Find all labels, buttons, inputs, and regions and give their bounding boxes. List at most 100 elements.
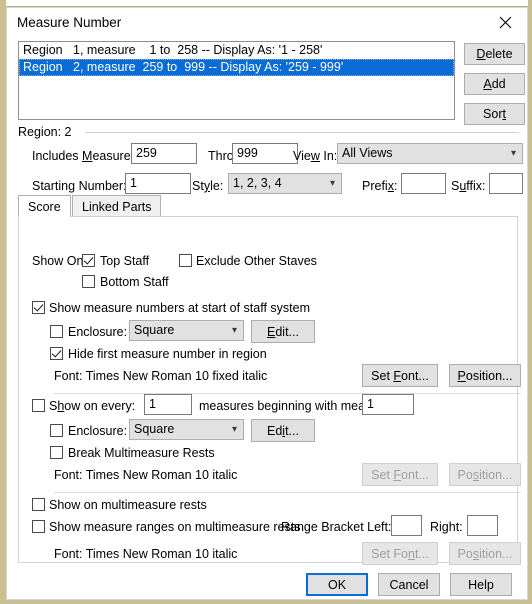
chevron-down-icon: ▾: [329, 178, 335, 189]
set-font-2-rest: ont...: [401, 467, 429, 482]
tab-linked-parts[interactable]: Linked Parts: [72, 195, 162, 217]
range-bracket-right-label: Right:: [430, 520, 463, 534]
range-bracket-left-label: Range Bracket Left:: [281, 520, 392, 534]
show-on-every-input[interactable]: 1: [144, 394, 192, 415]
range-bracket-right-input[interactable]: [467, 515, 498, 536]
position-1-button[interactable]: Position...: [449, 364, 521, 387]
edit-enclosure-2-button[interactable]: Edit...: [251, 419, 315, 442]
background-desktop-bottom: [0, 600, 532, 604]
prefix-input[interactable]: [401, 173, 446, 194]
style-select[interactable]: 1, 2, 3, 4 ▾: [228, 173, 342, 194]
show-on-every-label: Show on every:: [49, 399, 136, 413]
position-3-button: Position...: [449, 542, 521, 565]
set-font-1-rest: ont...: [401, 368, 429, 383]
exclude-other-staves-checkbox[interactable]: [179, 254, 192, 267]
dialog-title: Measure Number: [17, 15, 122, 30]
chevron-down-icon: ▾: [510, 148, 516, 159]
view-in-value: All Views: [342, 146, 393, 160]
set-font-2-accel: F: [393, 467, 402, 482]
screen: Measure Number Region 1, measure 1 to 25…: [0, 0, 532, 604]
enclosure-2-label: Enclosure:: [68, 424, 128, 438]
delete-label-rest: elete: [485, 47, 513, 61]
edit-2-rest: t...: [285, 423, 299, 438]
set-font-3-rest: t...: [414, 546, 429, 561]
style-label: Style:: [192, 179, 224, 193]
enclosure-2-value: Square: [134, 422, 175, 436]
prefix-label: Prefix:: [362, 179, 398, 193]
region-list[interactable]: Region 1, measure 1 to 258 -- Display As…: [18, 41, 455, 120]
group-separator-2: [54, 492, 521, 493]
region-group-rule: [85, 132, 519, 133]
range-bracket-left-input[interactable]: [391, 515, 422, 536]
exclude-other-staves-label: Exclude Other Staves: [196, 254, 317, 268]
break-multimeasure-rests-checkbox[interactable]: [50, 446, 63, 459]
enclosure-2-checkbox[interactable]: [50, 424, 63, 437]
suffix-label: Suffix:: [451, 179, 486, 193]
edit-1-label-rest: dit...: [275, 324, 299, 339]
chevron-down-icon: ▾: [231, 424, 237, 435]
set-font-2-pre: Set: [371, 467, 394, 482]
set-font-2-button: Set Font...: [362, 463, 438, 486]
bottom-staff-checkbox[interactable]: [82, 275, 95, 288]
help-button[interactable]: Help: [450, 573, 512, 596]
show-measure-ranges-checkbox[interactable]: [32, 520, 45, 533]
set-font-1-button[interactable]: Set Font...: [362, 364, 438, 387]
beginning-with-measure-input[interactable]: 1: [362, 394, 414, 415]
add-button[interactable]: Add: [464, 73, 525, 95]
show-on-multimeasure-rests-checkbox[interactable]: [32, 498, 45, 511]
includes-measure-input[interactable]: 259: [131, 143, 197, 164]
dialog-titlebar: Measure Number: [7, 8, 527, 38]
tab-score[interactable]: Score: [18, 195, 71, 217]
list-item[interactable]: Region 2, measure 259 to 999 -- Display …: [19, 59, 454, 76]
top-staff-label: Top Staff: [100, 254, 150, 268]
font-info-1: Font: Times New Roman 10 fixed italic: [54, 369, 268, 383]
sort-label-pre: Sor: [483, 107, 503, 121]
enclosure-1-label: Enclosure:: [68, 325, 128, 339]
add-label-rest: dd: [491, 77, 506, 91]
position-3-rest: ition...: [479, 546, 513, 561]
bottom-staff-label: Bottom Staff: [100, 275, 169, 289]
includes-measure-label: Includes Measure:: [32, 149, 135, 163]
position-2-button: Position...: [449, 463, 521, 486]
enclosure-2-select[interactable]: Square ▾: [129, 419, 244, 440]
edit-enclosure-1-button[interactable]: Edit...: [251, 320, 315, 343]
position-2-pre: Po: [457, 467, 473, 482]
hide-first-measure-number-label: Hide first measure number in region: [68, 347, 267, 361]
ok-button[interactable]: OK: [306, 573, 368, 596]
show-measure-numbers-start-checkbox[interactable]: [32, 301, 45, 314]
score-tab-panel: Show On: Top Staff Exclude Other Staves …: [18, 216, 521, 565]
starting-number-input[interactable]: 1: [125, 173, 191, 194]
sort-button[interactable]: Sort: [464, 103, 525, 125]
set-font-3-button: Set Font...: [362, 542, 438, 565]
suffix-input[interactable]: [489, 173, 523, 194]
font-info-2: Font: Times New Roman 10 italic: [54, 468, 238, 482]
view-in-select[interactable]: All Views ▾: [337, 143, 523, 164]
chevron-down-icon: ▾: [231, 325, 237, 336]
measure-number-dialog: Measure Number Region 1, measure 1 to 25…: [6, 7, 528, 600]
cancel-button[interactable]: Cancel: [378, 573, 440, 596]
list-item[interactable]: Region 1, measure 1 to 258 -- Display As…: [19, 42, 454, 59]
enclosure-1-select[interactable]: Square ▾: [129, 320, 244, 341]
enclosure-1-checkbox[interactable]: [50, 325, 63, 338]
hide-first-measure-number-checkbox[interactable]: [50, 347, 63, 360]
starting-number-label: Starting Number:: [32, 179, 127, 193]
group-separator-1: [54, 393, 521, 394]
show-measure-ranges-label: Show measure ranges on multimeasure rest…: [49, 520, 301, 534]
close-icon[interactable]: [483, 8, 527, 37]
position-1-accel: P: [457, 368, 466, 383]
show-on-multimeasure-rests-label: Show on multimeasure rests: [49, 498, 207, 512]
sort-accel: t: [502, 107, 506, 121]
add-accel: A: [483, 77, 492, 91]
edit-2-pre: Ed: [267, 423, 283, 438]
font-info-3: Font: Times New Roman 10 italic: [54, 547, 238, 561]
position-3-pre: Po: [457, 546, 473, 561]
tabstrip: Score Linked Parts: [18, 195, 518, 217]
delete-button[interactable]: Delete: [464, 43, 525, 65]
view-in-label: View In:: [293, 149, 338, 163]
set-font-3-pre: Set Fo: [371, 546, 408, 561]
background-desktop-right: [528, 0, 532, 604]
style-value: 1, 2, 3, 4: [233, 176, 282, 190]
through-input[interactable]: 999: [232, 143, 298, 164]
top-staff-checkbox[interactable]: [82, 254, 95, 267]
show-on-every-checkbox[interactable]: [32, 399, 45, 412]
